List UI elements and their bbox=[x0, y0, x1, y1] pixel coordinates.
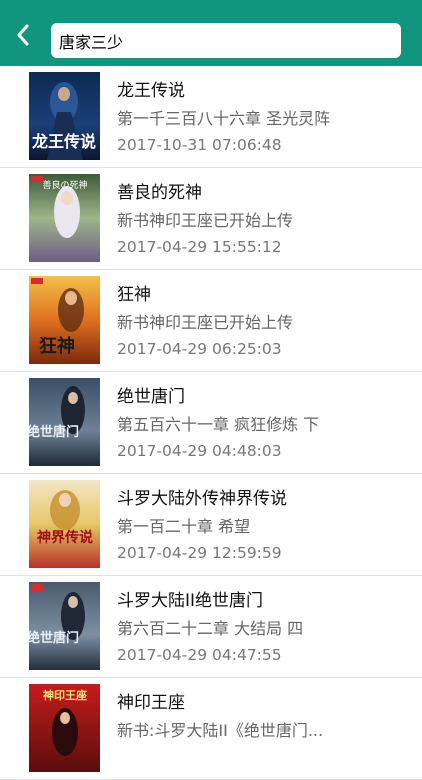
list-item[interactable]: 狂神 狂神 新书神印王座已开始上传 2017-04-29 06:25:03 bbox=[0, 270, 422, 372]
latest-chapter: 第一千三百八十六章 圣光灵阵 bbox=[117, 109, 331, 128]
update-time: 2017-04-29 04:47:55 bbox=[117, 646, 282, 664]
update-time: 2017-04-29 06:25:03 bbox=[117, 340, 282, 358]
cover-title: 神印王座 bbox=[43, 688, 87, 702]
book-cover: 神界传说 bbox=[29, 480, 100, 568]
cover-title: 善良の死神 bbox=[42, 179, 87, 191]
book-title: 绝世唐门 bbox=[117, 387, 185, 407]
cover-title: 绝世唐门 bbox=[29, 630, 79, 646]
latest-chapter: 第一百二十章 希望 bbox=[117, 517, 251, 536]
search-box[interactable] bbox=[51, 23, 401, 58]
cover-title: 狂神 bbox=[39, 335, 75, 357]
search-input[interactable] bbox=[59, 31, 393, 50]
book-cover: 绝世唐门 bbox=[29, 582, 100, 670]
book-title: 神印王座 bbox=[117, 693, 185, 713]
update-time: 2017-04-29 15:55:12 bbox=[117, 238, 282, 256]
update-time: 2017-04-29 04:48:03 bbox=[117, 442, 282, 460]
list-item[interactable]: 绝世唐门 斗罗大陆II绝世唐门 第六百二十二章 大结局 四 2017-04-29… bbox=[0, 576, 422, 678]
back-button[interactable] bbox=[8, 20, 38, 50]
book-title: 斗罗大陆外传神界传说 bbox=[117, 489, 287, 509]
latest-chapter: 新书:斗罗大陆II《绝世唐门... bbox=[117, 721, 324, 740]
book-cover: 神印王座 bbox=[29, 684, 100, 772]
latest-chapter: 新书神印王座已开始上传 bbox=[117, 211, 294, 230]
book-cover: 狂神 bbox=[29, 276, 100, 364]
book-title: 狂神 bbox=[117, 285, 151, 305]
book-cover: 绝世唐门 bbox=[29, 378, 100, 466]
latest-chapter: 第六百二十二章 大结局 四 bbox=[117, 619, 304, 638]
list-item[interactable]: 神界传说 斗罗大陆外传神界传说 第一百二十章 希望 2017-04-29 12:… bbox=[0, 474, 422, 576]
update-time: 2017-10-31 07:06:48 bbox=[117, 136, 282, 154]
list-item[interactable]: 龙王传说 龙王传说 第一千三百八十六章 圣光灵阵 2017-10-31 07:0… bbox=[0, 66, 422, 168]
list-item[interactable]: 神印王座 神印王座 新书:斗罗大陆II《绝世唐门... bbox=[0, 678, 422, 780]
cover-title: 龙王传说 bbox=[31, 132, 96, 151]
book-cover: 善良の死神 bbox=[29, 174, 100, 262]
cover-title: 神界传说 bbox=[37, 529, 93, 546]
list-item[interactable]: 绝世唐门 绝世唐门 第五百六十一章 疯狂修炼 下 2017-04-29 04:4… bbox=[0, 372, 422, 474]
book-title: 善良的死神 bbox=[117, 183, 202, 203]
list-item[interactable]: 善良の死神 善良的死神 新书神印王座已开始上传 2017-04-29 15:55… bbox=[0, 168, 422, 270]
book-title: 斗罗大陆II绝世唐门 bbox=[117, 591, 264, 611]
book-cover: 龙王传说 bbox=[29, 72, 100, 160]
book-list: 龙王传说 龙王传说 第一千三百八十六章 圣光灵阵 2017-10-31 07:0… bbox=[0, 66, 422, 780]
book-title: 龙王传说 bbox=[117, 81, 185, 101]
cover-title: 绝世唐门 bbox=[29, 424, 79, 440]
latest-chapter: 新书神印王座已开始上传 bbox=[117, 313, 294, 332]
update-time: 2017-04-29 12:59:59 bbox=[117, 544, 282, 562]
top-bar bbox=[0, 0, 422, 66]
latest-chapter: 第五百六十一章 疯狂修炼 下 bbox=[117, 415, 320, 434]
chevron-left-icon bbox=[17, 24, 29, 46]
